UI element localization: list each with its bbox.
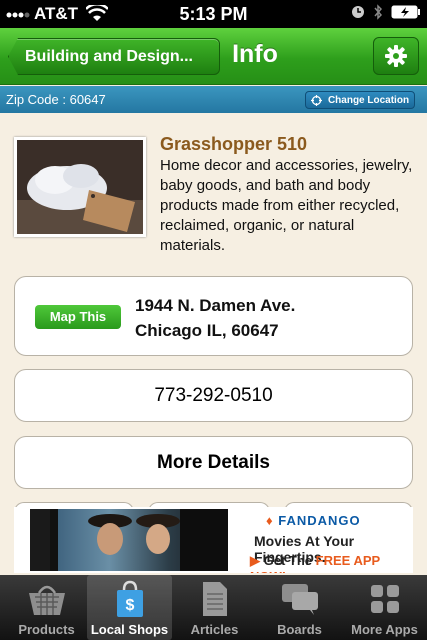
tab-local-shops[interactable]: $ Local Shops [87, 575, 172, 640]
settings-button[interactable] [373, 37, 419, 75]
phone-button[interactable]: 773-292-0510 [14, 369, 413, 422]
change-location-button[interactable]: Change Location [305, 91, 415, 109]
ad-banner[interactable]: ♦ FANDANGO Movies At Your Fingertips. ▶ … [14, 507, 413, 573]
shop-name: Grasshopper 510 [160, 134, 308, 154]
ad-cta: ▶ Get The FREE APP NOW! [250, 553, 413, 573]
tab-more-apps[interactable]: More Apps [342, 575, 427, 640]
tab-products[interactable]: Products [4, 575, 89, 640]
document-icon [202, 582, 227, 616]
alarm-clock-icon [352, 6, 364, 18]
tab-boards[interactable]: Boards [257, 575, 342, 640]
shop-photo [14, 137, 146, 237]
address-card[interactable]: Map This 1944 N. Damen Ave. Chicago IL, … [14, 276, 413, 356]
page-title: Info [232, 40, 278, 68]
tab-label: Boards [277, 622, 322, 637]
shop-detail-content: Grasshopper 510 Home decor and accessori… [0, 113, 427, 575]
status-bar: AT&T 5:13 PM [0, 0, 427, 28]
svg-text:$: $ [125, 597, 134, 614]
ad-cta-prefix: Get The [263, 553, 313, 568]
tab-label: Local Shops [90, 622, 169, 637]
shopping-bag-icon: $ [116, 580, 143, 617]
battery-charging-icon [391, 5, 420, 19]
zip-code-label: Zip Code : 60647 [6, 92, 106, 107]
change-location-label: Change Location [327, 94, 410, 106]
map-this-button[interactable]: Map This [35, 305, 121, 329]
ad-movie-image [30, 509, 228, 571]
tab-label: Articles [190, 622, 239, 637]
ad-brand-label: FANDANGO [278, 513, 361, 528]
basket-icon [28, 585, 65, 615]
chat-bubbles-icon [281, 584, 318, 615]
ad-brand: ♦ FANDANGO [266, 513, 361, 528]
address-street: 1944 N. Damen Ave. [135, 296, 296, 315]
bluetooth-icon [374, 4, 383, 20]
navigation-bar: Building and Design... Info [0, 28, 427, 85]
tab-articles[interactable]: Articles [172, 575, 257, 640]
tab-bar: Products $ Local Shops Articles Boards M… [0, 575, 427, 640]
gear-icon [385, 45, 407, 67]
address: 1944 N. Damen Ave. Chicago IL, 60647 [135, 293, 295, 343]
play-arrow-icon: ▶ [250, 553, 260, 568]
fandango-logo-icon: ♦ [266, 513, 274, 528]
address-city: Chicago IL, 60647 [135, 321, 279, 340]
shop-description: Home decor and accessories, jewelry, bab… [160, 157, 413, 254]
more-details-button[interactable]: More Details [14, 436, 413, 489]
location-bar: Zip Code : 60647 Change Location [0, 86, 427, 113]
tab-label: Products [18, 622, 75, 637]
tab-label: More Apps [351, 622, 418, 637]
location-target-icon [310, 94, 322, 106]
grid-icon [370, 585, 399, 613]
